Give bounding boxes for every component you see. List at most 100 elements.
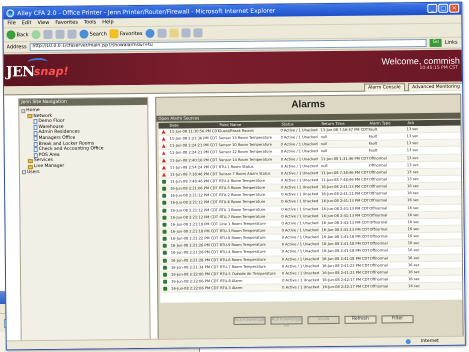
row-alarm-type: Offnormal (369, 191, 388, 196)
row-return-time: null (320, 135, 328, 140)
ie-logo-icon: e (6, 9, 15, 18)
address-input[interactable]: http://10.0.0.1/cfaserver/main.jsp?/show… (29, 38, 427, 52)
menu-file[interactable]: File (7, 20, 15, 26)
favorites-label: Favorites (119, 30, 143, 37)
row-status-icon-cell (159, 193, 169, 199)
row-status-icon-cell (160, 264, 170, 270)
favorites-button[interactable]: Favorites (109, 29, 143, 39)
row-alarm-type: Offnormal (368, 163, 387, 168)
row-date: 11-Jun-08 2:54:24 PM CDT (169, 164, 218, 170)
row-status: 0 Active / 1 Unacked (281, 220, 319, 226)
search-label: Search (89, 30, 107, 38)
row-ack: 16 sec (407, 184, 419, 189)
acknowledge-button[interactable]: Acknowledge (233, 316, 266, 326)
row-return-time: null (320, 142, 328, 147)
row-ack: 13 sec (406, 169, 419, 175)
menu-tools[interactable]: Tools (84, 19, 96, 25)
close-button[interactable]: × (449, 3, 460, 13)
back-button[interactable]: Back (6, 30, 29, 40)
row-alarm-type: Offnormal (368, 170, 387, 175)
forward-arrow-icon[interactable] (31, 30, 41, 40)
row-date: 11-Jun-08 2:21:36 PM CDT (169, 136, 218, 141)
folder-icon (27, 159, 33, 164)
row-return-time: 16-Jun-08 2:42:17 PM CDT (322, 277, 370, 283)
alarm-active-icon (162, 144, 166, 148)
stop-icon[interactable] (43, 29, 53, 39)
row-ack: 13 sec (406, 141, 419, 146)
site-navigation-sidebar: Jenn Site Navigation - Home Network Demo Fl… (18, 96, 151, 343)
links-label[interactable]: Links (445, 40, 458, 46)
go-button[interactable]: Go (429, 38, 442, 47)
folder-icon (27, 114, 33, 119)
address-label: Address (6, 44, 27, 51)
alarm-cleared-icon (162, 258, 167, 263)
alarm-active-icon (162, 130, 166, 134)
row-status-icon-cell (159, 157, 169, 163)
row-return-time: 16-Jun-08 2:41:13 PM CDT (321, 213, 370, 218)
back-label: Back (16, 31, 29, 38)
acknowledge-all-button[interactable]: Acknowledge All (270, 316, 303, 328)
row-return-time: null (320, 163, 328, 168)
filter-button[interactable]: Filter (381, 315, 414, 324)
row-point-name: RTU-8 Alarm (220, 278, 243, 284)
row-alarm-type: Offnormal (369, 198, 388, 203)
refresh-button[interactable]: Refresh (344, 315, 377, 324)
row-status: 0 Active / 1 Unacked (282, 285, 320, 290)
print-icon[interactable] (181, 28, 191, 38)
alarm-cleared-icon (162, 244, 167, 249)
row-point-name: RTU-3 Alarm (220, 286, 243, 291)
menu-help[interactable]: Help (102, 19, 113, 25)
row-alarm-type: Fault (368, 148, 378, 154)
tab-alarm-console[interactable]: Alarm Console (364, 83, 405, 92)
media-icon[interactable] (145, 28, 155, 38)
row-status: 0 Active / 1 Unacked (280, 156, 318, 162)
row-return-time: 16-Jun-08 2:41:13 PM CDT (321, 227, 370, 233)
row-status-icon-cell (159, 207, 169, 213)
row-return-time: 16-Jun-08 2:41:13 PM CDT (321, 198, 369, 204)
row-status-icon-cell (159, 172, 169, 178)
menu-view[interactable]: View (37, 20, 49, 26)
alarms-table-body: 11-Jun-08 11:30:56 PM CDT Guest/Break Roo… (158, 125, 463, 294)
tab-advanced-monitoring[interactable]: Advanced Monitoring (408, 82, 464, 92)
row-alarm-type: Offnormal (369, 220, 388, 225)
search-button[interactable]: Search (79, 29, 107, 39)
alarm-cleared-icon (162, 194, 167, 199)
home-icon[interactable] (67, 29, 77, 39)
row-point-name: RTU-8 Room Temperature (219, 235, 266, 241)
row-ack: 16 sec (408, 284, 420, 289)
show-button[interactable]: Show (307, 315, 340, 325)
edit-icon[interactable] (193, 28, 203, 38)
row-date: 16-Jun-08 2:21:18 PM CDT (170, 229, 219, 234)
row-alarm-type: Offnormal (369, 177, 387, 182)
maximize-button[interactable]: □ (438, 3, 449, 13)
row-alarm-type: Offnormal (369, 205, 388, 211)
row-return-time: 16-Jun-08 2:41:23 PM CDT (321, 263, 370, 268)
row-ack: 16 sec (407, 269, 420, 274)
row-date: 16-Jun-08 2:21:06 PM CDT (170, 186, 218, 191)
row-status: 0 Active / 1 Unacked (280, 135, 318, 140)
folder-icon (27, 164, 33, 169)
expand-toggle-icon[interactable]: - (21, 108, 26, 114)
row-point-name: RTU-9 Room Temperature (219, 242, 266, 248)
expand-toggle-icon[interactable]: - (21, 170, 26, 175)
mail-icon[interactable] (169, 28, 179, 38)
logo-text-main: JEN (5, 64, 35, 81)
row-return-time: 16-Jun-08 2:41:13 PM CDT (321, 184, 369, 190)
row-alarm-type: Offnormal (369, 270, 388, 275)
refresh-icon[interactable] (55, 29, 65, 39)
history-icon[interactable] (157, 28, 167, 38)
menu-favorites[interactable]: Favorites (55, 20, 78, 26)
row-point-name: Sensor 10 Room Temperature (218, 142, 273, 148)
logo-text-accent: snap! (33, 64, 69, 79)
row-ack: 16 sec (407, 255, 420, 260)
row-ack: 16 sec (407, 191, 419, 196)
row-return-time: 11-Jun-08 7:38:46 PM CDT (320, 170, 369, 175)
menu-edit[interactable]: Edit (22, 20, 32, 26)
row-point-name: RTU-5 Room Temperature (219, 185, 266, 191)
alarm-cleared-icon (162, 236, 167, 241)
row-status: 0 Active / 1 Unacked (281, 256, 319, 262)
alarm-cleared-icon (162, 222, 167, 227)
page-icon (33, 119, 38, 125)
row-point-name: Sensor 7 Room Alarm Status (218, 171, 271, 177)
minimize-button[interactable]: _ (427, 3, 438, 13)
